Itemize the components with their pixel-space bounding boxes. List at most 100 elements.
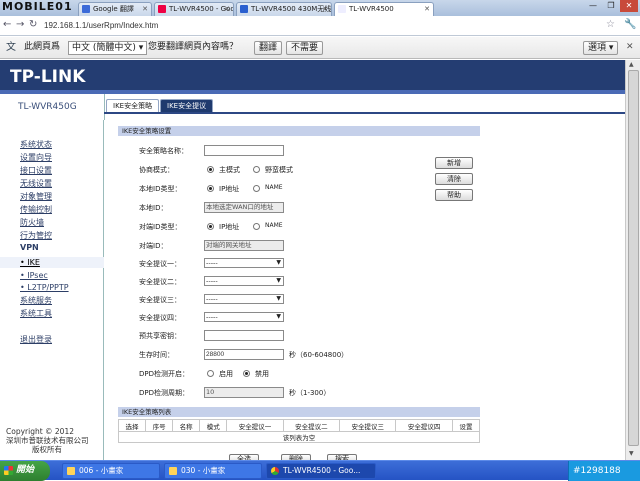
mode-aggressive-radio[interactable] [253,166,260,173]
proposal-4-value: ----- [206,313,218,321]
tab-ike-proposal[interactable]: IKE安全提议 [160,99,214,112]
sidebar-item-objects[interactable]: 对象管理 [20,191,52,202]
paint-icon [67,467,75,475]
local-id-ip-radio[interactable] [207,185,214,192]
tab-underline [104,112,640,114]
sidebar-item-l2tp-pptp[interactable]: • L2TP/PPTP [20,283,69,292]
start-label: 開始 [16,465,35,475]
chrome-icon [271,467,279,475]
clear-button[interactable]: 清除 [435,173,473,185]
window-close-icon[interactable]: ✕ [620,0,638,12]
browser-tab-2[interactable]: TL-WVR4500 - Google ✕ [154,2,234,16]
section-title: IKE安全策略设置 [118,126,480,136]
translate-button[interactable]: 翻譯 [254,41,283,55]
psk-input[interactable] [204,330,284,341]
chevron-down-icon: ▼ [276,277,281,284]
translate-question: 您要翻譯網頁內容嗎？ [148,42,239,52]
scroll-up-icon[interactable]: ▲ [629,61,634,68]
close-icon[interactable]: ✕ [224,3,230,15]
scroll-down-icon[interactable]: ▼ [629,450,634,457]
proposal-1-select[interactable]: ----- ▼ [204,258,284,268]
local-id-label: 本地ID： [139,204,168,212]
page-tab-icon [338,5,346,13]
column-header: 名称 [172,419,201,432]
windows-taskbar: 開始 006 - 小畫家 030 - 小畫家 TL-WVR4500 - Goo.… [0,460,640,481]
lifetime-unit: 秒（60-604800） [289,351,349,359]
peer-id-name-label: NAME [265,222,283,229]
sidebar-item-firewall[interactable]: 防火墙 [20,217,44,228]
peer-id-ip-radio[interactable] [207,223,214,230]
tplink-logo: TP-LINK [10,67,86,87]
taskbar-item-paint-2[interactable]: 030 - 小畫家 [164,463,262,479]
maximize-icon[interactable]: ❐ [602,0,620,12]
dpd-disable-radio[interactable] [243,370,250,377]
proposal-2-select[interactable]: ----- ▼ [204,276,284,286]
add-button[interactable]: 新增 [435,157,473,169]
local-id-ip-label: IP地址 [219,185,240,193]
help-button[interactable]: 帮助 [435,189,473,201]
reload-icon[interactable]: ↻ [29,19,37,30]
sidebar-item-services[interactable]: 系统服务 [20,295,52,306]
browser-tab-3[interactable]: TL-WVR4500 430M无线... ✕ [236,2,332,16]
psk-label: 预共享密钥： [139,332,181,340]
local-id-type-label: 本地ID类型： [139,185,182,193]
model-name: TL-WVR450G [18,102,77,112]
language-value: 中文 (簡體中文) [72,43,136,53]
dpd-disable-label: 禁用 [255,370,269,378]
sidebar-item-logout[interactable]: 退出登录 [20,334,52,345]
paint-icon [169,467,177,475]
column-header: 安全提议二 [282,419,341,432]
proposal-2-label: 安全提议二： [139,278,181,286]
copyright-line: 版权所有 [32,445,62,454]
proposal-4-select[interactable]: ----- ▼ [204,312,284,322]
no-translate-button[interactable]: 不需要 [286,41,324,55]
lifetime-input[interactable] [204,349,284,360]
sidebar-item-interface[interactable]: 接口设置 [20,165,52,176]
peer-id-name-radio[interactable] [253,223,260,230]
task-label: 006 - 小畫家 [79,466,124,475]
close-icon[interactable]: ✕ [322,3,328,15]
tplink-tab-icon [240,5,248,13]
page-scrollbar[interactable]: ▲ ▼ [625,60,640,460]
policy-table: 选择 序号 名称 模式 安全提议一 安全提议二 安全提议三 安全提议四 设置 该… [117,419,481,443]
translate-bar-close-icon[interactable]: ✕ [626,41,634,55]
taskbar-item-paint-1[interactable]: 006 - 小畫家 [62,463,160,479]
chevron-down-icon: ▼ [276,259,281,266]
proposal-3-label: 安全提议三： [139,296,181,304]
sidebar-item-behavior[interactable]: 行为管控 [20,230,52,241]
minimize-icon[interactable]: — [584,0,602,12]
sidebar-item-ipsec[interactable]: • IPsec [20,271,48,280]
sidebar-item-ike[interactable]: • IKE [20,258,40,267]
translate-prefix: 此網頁爲 [24,42,61,52]
dpd-enable-radio[interactable] [207,370,214,377]
start-button[interactable]: 開始 [0,461,50,481]
policy-name-input[interactable] [204,145,284,156]
back-arrow-icon[interactable]: ← [3,19,11,30]
close-icon[interactable]: ✕ [142,3,148,15]
wrench-menu-icon[interactable]: 🔧 [624,19,636,30]
forward-arrow-icon[interactable]: → [16,19,24,30]
taskbar-item-chrome[interactable]: TL-WVR4500 - Goo... [266,463,376,479]
browser-tab-4[interactable]: TL-WVR4500 ✕ [334,2,434,16]
browser-tab-1[interactable]: Google 翻譯 ✕ [78,2,152,16]
chevron-down-icon: ▼ [276,313,281,320]
sidebar-item-vpn[interactable]: VPN [20,243,39,252]
language-select[interactable]: 中文 (簡體中文) ▾ [68,41,148,55]
sidebar-item-transfer[interactable]: 传输控制 [20,204,52,215]
scrollbar-thumb[interactable] [628,70,639,446]
address-bar[interactable] [44,19,604,33]
mode-label: 协商模式： [139,166,174,174]
local-id-name-radio[interactable] [253,185,260,192]
options-button[interactable]: 選項 ▾ [583,41,619,55]
sidebar-item-wireless[interactable]: 无线设置 [20,178,52,189]
sidebar-item-tools[interactable]: 系统工具 [20,308,52,319]
proposal-1-label: 安全提议一： [139,260,181,268]
bookmark-star-icon[interactable]: ☆ [606,19,615,30]
tab-ike-policy[interactable]: IKE安全策略 [106,99,160,112]
mode-main-radio[interactable] [207,166,214,173]
sidebar-item-status[interactable]: 系统状态 [20,139,52,150]
router-header: TP-LINK [0,60,640,94]
sidebar-item-wizard[interactable]: 设置向导 [20,152,52,163]
proposal-3-select[interactable]: ----- ▼ [204,294,284,304]
close-icon[interactable]: ✕ [424,3,430,15]
